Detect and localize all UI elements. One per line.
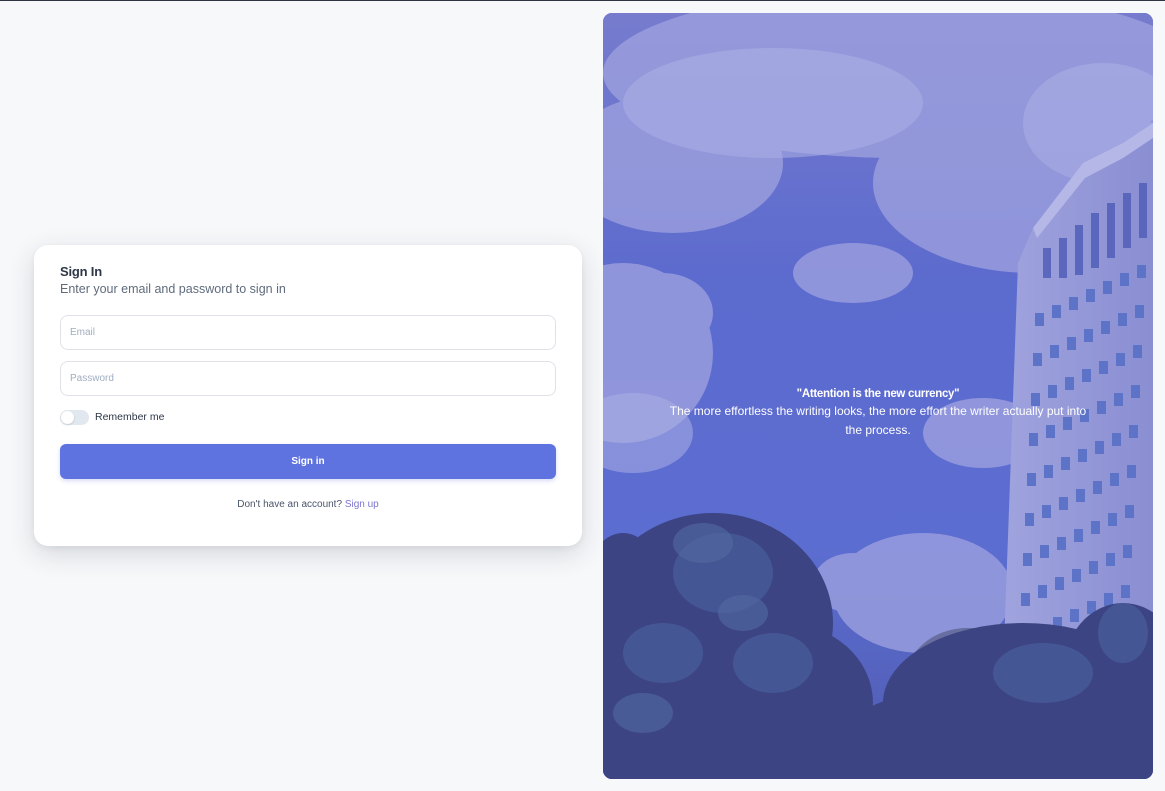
quote-title: "Attention is the new currency" [796, 388, 960, 400]
quote-text: The more effortless the writing looks, t… [669, 404, 1087, 437]
window-top-border [0, 0, 1165, 1]
remember-me-row: Remember me [60, 409, 164, 425]
quote-block: "Attention is the new currency" The more… [663, 386, 1093, 440]
signup-link[interactable]: Sign up [345, 499, 379, 510]
remember-me-toggle[interactable] [60, 409, 89, 425]
signup-prompt-text: Don't have an account? [237, 499, 343, 510]
toggle-knob [61, 410, 74, 424]
signin-button[interactable]: Sign in [60, 444, 556, 479]
password-field[interactable] [60, 361, 556, 396]
remember-me-label: Remember me [95, 411, 165, 423]
signin-card: Sign In Enter your email and password to… [34, 245, 582, 546]
signin-subtitle: Enter your email and password to sign in [60, 282, 286, 296]
signin-title: Sign In [60, 264, 102, 279]
signup-prompt: Don't have an account? Sign up [60, 499, 556, 510]
hero-image-panel: "Attention is the new currency" The more… [603, 13, 1153, 779]
email-field[interactable] [60, 315, 556, 350]
